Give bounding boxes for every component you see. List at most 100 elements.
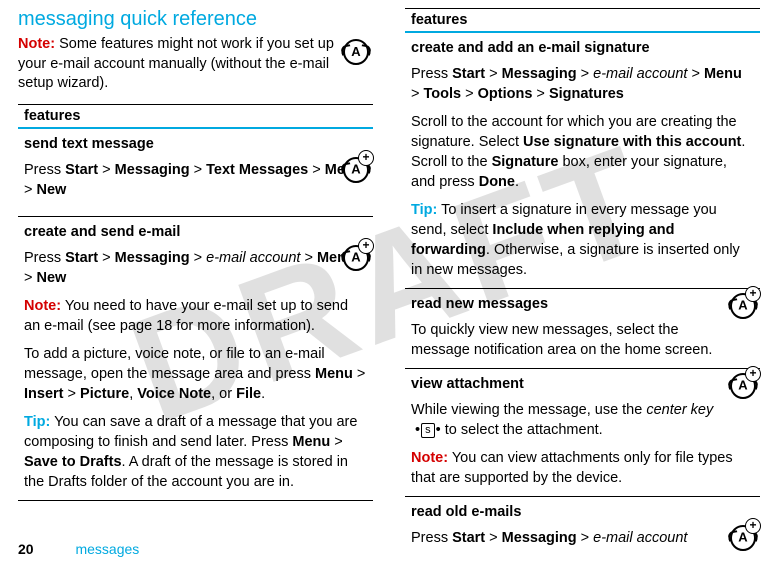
network-plus-icon xyxy=(730,525,756,557)
sep: > xyxy=(190,162,207,178)
ui-path: Menu xyxy=(315,366,353,382)
sep: > xyxy=(190,250,207,266)
row-view-attachment: view attachment While viewing the messag… xyxy=(405,369,760,497)
sep: , or xyxy=(211,386,236,402)
row-send-text-message: send text message Press Start > Messagin… xyxy=(18,128,373,217)
features-table-left: features send text message Press Start >… xyxy=(18,104,373,501)
text: Press xyxy=(24,162,65,178)
sep: > xyxy=(98,162,115,178)
network-icon xyxy=(343,39,369,72)
sep: > xyxy=(577,530,594,546)
ui-path: New xyxy=(37,270,67,286)
row-body: To quickly view new messages, select the… xyxy=(411,320,754,360)
ui-path: Messaging xyxy=(115,162,190,178)
network-plus-icon xyxy=(343,245,369,277)
ui-path: Use signature with this account xyxy=(523,134,741,150)
features-table-right: features create and add an e-mail signat… xyxy=(405,8,760,556)
ui-path: Messaging xyxy=(502,66,577,82)
row-body: Press Start > Messaging > e-mail account xyxy=(411,528,754,548)
sep: > xyxy=(353,366,366,382)
text: You can view attachments only for file t… xyxy=(411,450,733,486)
network-plus-icon xyxy=(343,157,369,189)
row-title: view attachment xyxy=(411,374,754,394)
tip-label: Tip: xyxy=(24,414,50,430)
row-tip: Tip: You can save a draft of a message t… xyxy=(24,412,367,492)
ui-path-italic: e-mail account xyxy=(593,530,687,546)
text: . xyxy=(515,174,519,190)
text: . xyxy=(261,386,265,402)
row-body-2: Scroll to the account for which you are … xyxy=(411,112,754,192)
features-header: features xyxy=(405,9,760,33)
row-read-old-emails: read old e-mails Press Start > Messaging… xyxy=(405,497,760,557)
ui-path: Tools xyxy=(424,86,462,102)
page-content: messaging quick reference Note: Some fea… xyxy=(0,0,783,564)
features-header: features xyxy=(18,104,373,128)
sep: > xyxy=(485,66,502,82)
text: While viewing the message, use the xyxy=(411,402,646,418)
sep: > xyxy=(411,86,424,102)
section-heading: messaging quick reference xyxy=(18,8,373,31)
ui-path: Insert xyxy=(24,386,64,402)
ui-path: New xyxy=(37,182,67,198)
ui-path: Picture xyxy=(80,386,129,402)
ui-path-italic: e-mail account xyxy=(206,250,300,266)
row-body-1: While viewing the message, use the cente… xyxy=(411,400,754,440)
ui-path: Voice Note xyxy=(137,386,211,402)
ui-path: File xyxy=(236,386,261,402)
text: Press xyxy=(411,530,452,546)
ui-path: Text Messages xyxy=(206,162,308,178)
sep: > xyxy=(98,250,115,266)
ui-path: Messaging xyxy=(502,530,577,546)
ui-path: Messaging xyxy=(115,250,190,266)
row-create-signature: create and add an e-mail signature Press… xyxy=(405,32,760,289)
ui-path: Save to Drafts xyxy=(24,454,122,470)
row-create-send-email: create and send e-mail Press Start > Mes… xyxy=(18,216,373,500)
ui-path: Start xyxy=(65,162,98,178)
note-label: Note: xyxy=(24,298,61,314)
text: to select the attachment. xyxy=(445,422,603,438)
text: Press xyxy=(411,66,452,82)
row-title: send text message xyxy=(24,134,367,154)
sep: > xyxy=(64,386,81,402)
ui-path: Menu xyxy=(292,434,330,450)
ui-path: Menu xyxy=(704,66,742,82)
row-title: read new messages xyxy=(411,294,754,314)
right-column: features create and add an e-mail signat… xyxy=(405,8,760,556)
row-body-1: Press Start > Messaging > e-mail account… xyxy=(411,64,754,104)
row-read-new-messages: read new messages To quickly view new me… xyxy=(405,289,760,369)
row-title: create and send e-mail xyxy=(24,222,367,242)
sep: > xyxy=(330,434,343,450)
ui-path-italic: center key xyxy=(646,402,713,418)
network-plus-icon xyxy=(730,293,756,325)
ui-path: Options xyxy=(478,86,533,102)
ui-path: Start xyxy=(65,250,98,266)
ui-path: Signature xyxy=(492,154,559,170)
note-label: Note: xyxy=(18,36,55,52)
ui-path: Start xyxy=(452,66,485,82)
text: You need to have your e-mail set up to s… xyxy=(24,298,348,334)
note-label: Note: xyxy=(411,450,448,466)
ui-path-italic: e-mail account xyxy=(593,66,691,82)
tip-label: Tip: xyxy=(411,202,437,218)
ui-path: Start xyxy=(452,530,485,546)
intro-text: Some features might not work if you set … xyxy=(18,36,334,91)
intro-paragraph: Note: Some features might not work if yo… xyxy=(18,35,373,94)
sep: > xyxy=(577,66,594,82)
ui-path: Done xyxy=(479,174,515,190)
sep: > xyxy=(461,86,478,102)
network-plus-icon xyxy=(730,373,756,405)
row-title: create and add an e-mail signature xyxy=(411,38,754,58)
sep: > xyxy=(485,530,502,546)
sep: > xyxy=(308,162,325,178)
sep: > xyxy=(532,86,549,102)
row-body-2: To add a picture, voice note, or file to… xyxy=(24,344,367,404)
sep: > xyxy=(24,182,37,198)
row-title: read old e-mails xyxy=(411,502,754,522)
text: To add a picture, voice note, or file to… xyxy=(24,346,325,382)
sep: > xyxy=(691,66,704,82)
row-note: Note: You need to have your e-mail set u… xyxy=(24,296,367,336)
row-body: Press Start > Messaging > Text Messages … xyxy=(24,160,367,200)
text: Press xyxy=(24,250,65,266)
left-column: messaging quick reference Note: Some fea… xyxy=(18,8,373,556)
sep: > xyxy=(24,270,37,286)
